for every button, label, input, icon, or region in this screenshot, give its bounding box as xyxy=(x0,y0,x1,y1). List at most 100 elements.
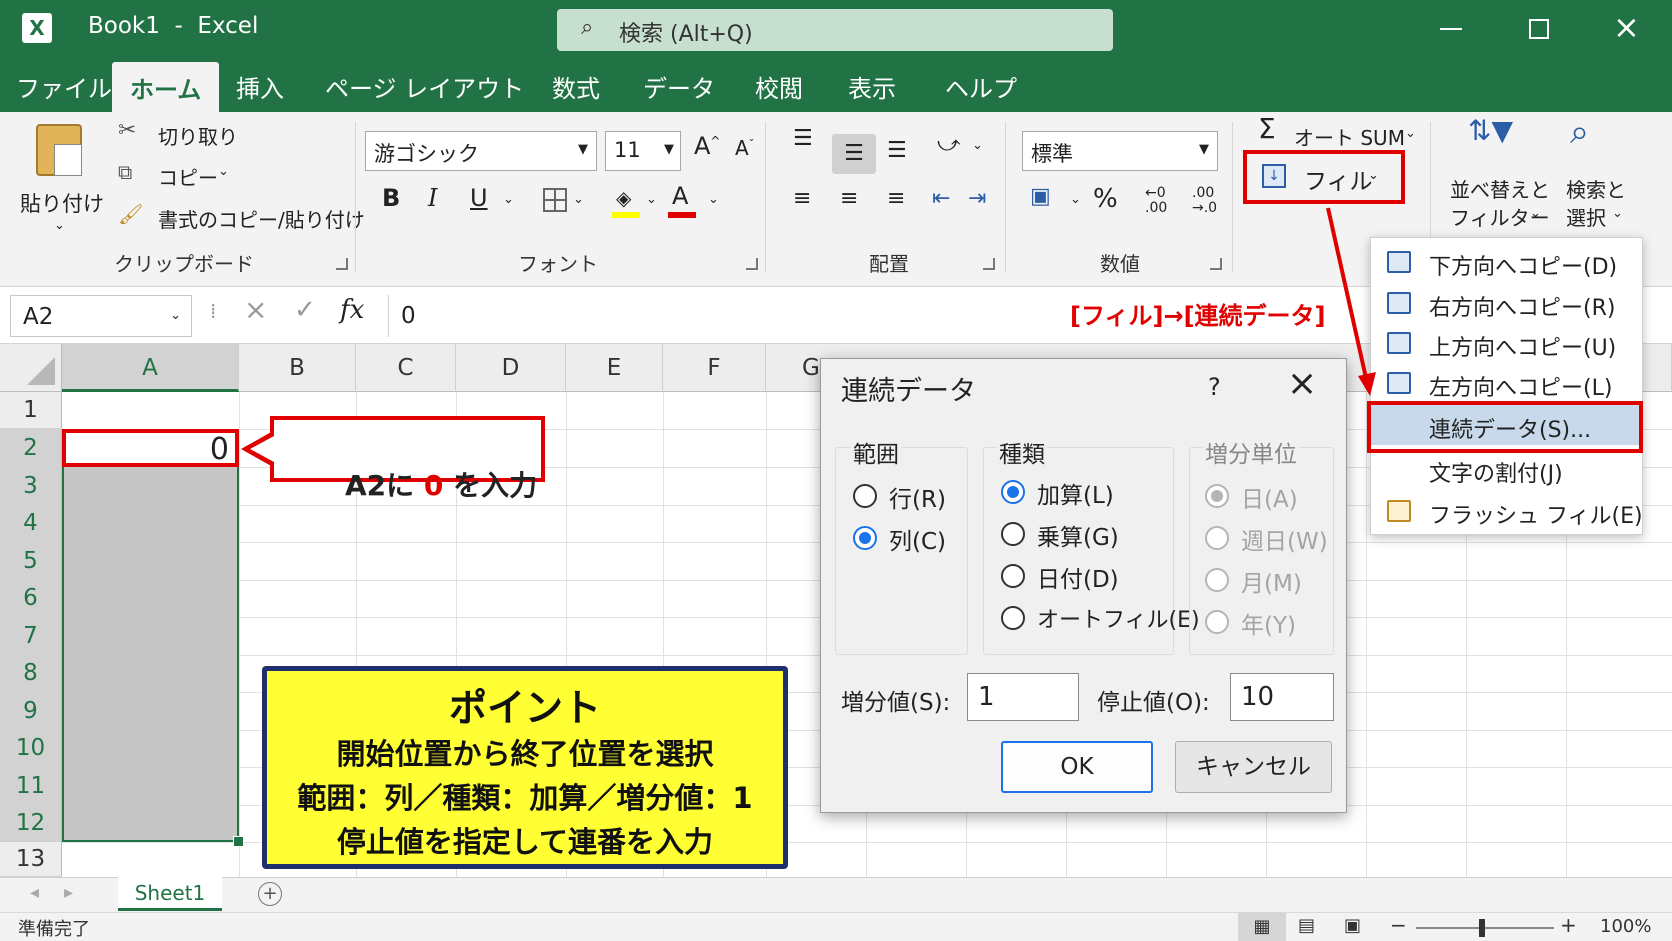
tab-formulas[interactable]: 数式 xyxy=(552,69,600,104)
sort-filter-dropdown-icon[interactable]: ⌄ xyxy=(1530,206,1541,221)
italic-button[interactable]: I xyxy=(428,184,437,212)
menu-item-justify[interactable]: 文字の割付(J) xyxy=(1371,449,1642,489)
scroll-right-icon[interactable]: ▸ xyxy=(64,882,73,903)
find-select-button-line2[interactable]: 選択 xyxy=(1566,202,1606,231)
page-break-view-icon[interactable]: ▣ xyxy=(1344,915,1361,936)
decrease-font-icon[interactable]: Aˇ xyxy=(735,136,754,160)
radio-day[interactable] xyxy=(1205,484,1229,508)
sort-filter-button-line1[interactable]: 並べ替えと xyxy=(1450,174,1550,203)
number-launcher-icon[interactable] xyxy=(1210,258,1222,270)
number-format-select[interactable]: 標準 ▼ xyxy=(1022,131,1218,171)
underline-dropdown-icon[interactable]: ⌄ xyxy=(503,192,514,207)
radio-day-label[interactable]: 日(A) xyxy=(1241,480,1298,514)
zoom-level[interactable]: 100% xyxy=(1600,916,1651,937)
zoom-out-icon[interactable]: − xyxy=(1390,913,1407,937)
row-header[interactable]: 11 xyxy=(0,767,62,805)
radio-year-label[interactable]: 年(Y) xyxy=(1241,606,1296,640)
alignment-launcher-icon[interactable] xyxy=(983,258,995,270)
radio-date[interactable] xyxy=(1001,564,1025,588)
radio-date-label[interactable]: 日付(D) xyxy=(1037,560,1119,594)
radio-growth[interactable] xyxy=(1001,522,1025,546)
radio-row[interactable] xyxy=(853,484,877,508)
stop-value-input[interactable]: 10 xyxy=(1230,673,1334,721)
underline-button[interactable]: U xyxy=(470,184,488,212)
row-header[interactable]: 8 xyxy=(0,655,62,692)
radio-growth-label[interactable]: 乗算(G) xyxy=(1037,518,1119,552)
tab-page-layout[interactable]: ページ レイアウト xyxy=(325,69,524,104)
tab-home[interactable]: ホーム xyxy=(112,62,220,112)
align-top-icon[interactable]: ☰ xyxy=(793,126,813,151)
copy-button[interactable]: コピー xyxy=(158,162,218,191)
menu-item-fill-right[interactable]: 右方向へコピー(R) xyxy=(1371,283,1642,323)
radio-row-label[interactable]: 行(R) xyxy=(889,480,946,514)
close-button[interactable]: × xyxy=(1613,8,1640,46)
tab-help[interactable]: ヘルプ xyxy=(945,69,1017,104)
tab-view[interactable]: 表示 xyxy=(848,69,896,104)
fill-color-dropdown-icon[interactable]: ⌄ xyxy=(646,192,657,207)
radio-weekday[interactable] xyxy=(1205,526,1229,550)
font-size-select[interactable]: 11 ▼ xyxy=(605,131,681,171)
decrease-indent-icon[interactable]: ⇤ xyxy=(932,186,950,211)
radio-weekday-label[interactable]: 週日(W) xyxy=(1241,522,1328,556)
cell-a2[interactable]: 0 xyxy=(62,429,239,467)
tab-insert[interactable]: 挿入 xyxy=(236,69,284,104)
radio-column[interactable] xyxy=(853,526,877,550)
row-header[interactable]: 6 xyxy=(0,580,62,617)
row-header[interactable]: 1 xyxy=(0,392,62,429)
paste-icon[interactable] xyxy=(36,124,82,176)
align-left-icon[interactable]: ≡ xyxy=(793,186,811,211)
zoom-in-icon[interactable]: + xyxy=(1560,913,1577,937)
column-header-d[interactable]: D xyxy=(456,344,566,392)
column-header-e[interactable]: E xyxy=(566,344,663,392)
paste-dropdown-icon[interactable]: ⌄ xyxy=(54,218,65,233)
increase-font-icon[interactable]: A^ xyxy=(694,132,720,160)
cut-button[interactable]: 切り取り xyxy=(158,121,238,150)
page-layout-view-icon[interactable]: ▤ xyxy=(1298,915,1315,936)
row-header[interactable]: 9 xyxy=(0,692,62,730)
menu-item-fill-down[interactable]: 下方向へコピー(D) xyxy=(1371,242,1642,282)
row-header[interactable]: 5 xyxy=(0,542,62,580)
increase-decimal-icon[interactable]: ←0.00 xyxy=(1145,186,1167,216)
selected-range[interactable] xyxy=(62,429,239,842)
row-header[interactable]: 13 xyxy=(0,842,62,877)
font-name-select[interactable]: 游ゴシック ▼ xyxy=(365,131,597,171)
column-header-a[interactable]: A xyxy=(62,344,239,392)
cancel-entry-icon[interactable]: × xyxy=(244,293,267,326)
fill-color-icon[interactable]: ◈ xyxy=(612,184,640,218)
find-select-button-line1[interactable]: 検索と xyxy=(1566,174,1626,203)
borders-icon[interactable] xyxy=(543,188,567,212)
row-header[interactable]: 12 xyxy=(0,805,62,842)
radio-linear[interactable] xyxy=(1001,480,1025,504)
autosum-dropdown-icon[interactable]: ⌄ xyxy=(1405,126,1416,141)
row-header[interactable]: 2 xyxy=(0,429,62,467)
radio-autofill[interactable] xyxy=(1001,606,1025,630)
font-launcher-icon[interactable] xyxy=(746,258,758,270)
decrease-decimal-icon[interactable]: .00 →.0 xyxy=(1192,186,1217,216)
column-header-c[interactable]: C xyxy=(356,344,456,392)
row-header[interactable]: 10 xyxy=(0,730,62,767)
step-value-input[interactable]: 1 xyxy=(967,673,1079,721)
insert-function-button[interactable]: fx xyxy=(340,295,364,325)
sheet-tab-sheet1[interactable]: Sheet1 xyxy=(118,877,222,911)
copy-dropdown-icon[interactable]: ⌄ xyxy=(218,164,229,179)
format-painter-button[interactable]: 書式のコピー/貼り付け xyxy=(158,204,365,233)
tab-review[interactable]: 校閲 xyxy=(755,69,803,104)
column-header-b[interactable]: B xyxy=(239,344,356,392)
name-box[interactable]: A2 ⌄ xyxy=(10,295,192,337)
radio-linear-label[interactable]: 加算(L) xyxy=(1037,476,1114,510)
menu-item-flash-fill[interactable]: フラッシュ フィル(E) xyxy=(1371,491,1643,531)
align-bottom-icon[interactable]: ☰ xyxy=(887,138,907,163)
font-color-dropdown-icon[interactable]: ⌄ xyxy=(708,192,719,207)
radio-month[interactable] xyxy=(1205,568,1229,592)
borders-dropdown-icon[interactable]: ⌄ xyxy=(573,192,584,207)
currency-format-icon[interactable]: ▣ xyxy=(1030,184,1051,209)
radio-column-label[interactable]: 列(C) xyxy=(889,522,946,556)
currency-dropdown-icon[interactable]: ⌄ xyxy=(1070,192,1081,207)
align-right-icon[interactable]: ≡ xyxy=(887,186,905,211)
radio-month-label[interactable]: 月(M) xyxy=(1241,564,1302,598)
help-button[interactable]: ? xyxy=(1208,373,1221,401)
orientation-dropdown-icon[interactable]: ⌄ xyxy=(972,138,983,153)
percent-button[interactable]: % xyxy=(1093,184,1118,214)
scroll-left-icon[interactable]: ◂ xyxy=(30,882,39,903)
tab-data[interactable]: データ xyxy=(643,69,715,104)
